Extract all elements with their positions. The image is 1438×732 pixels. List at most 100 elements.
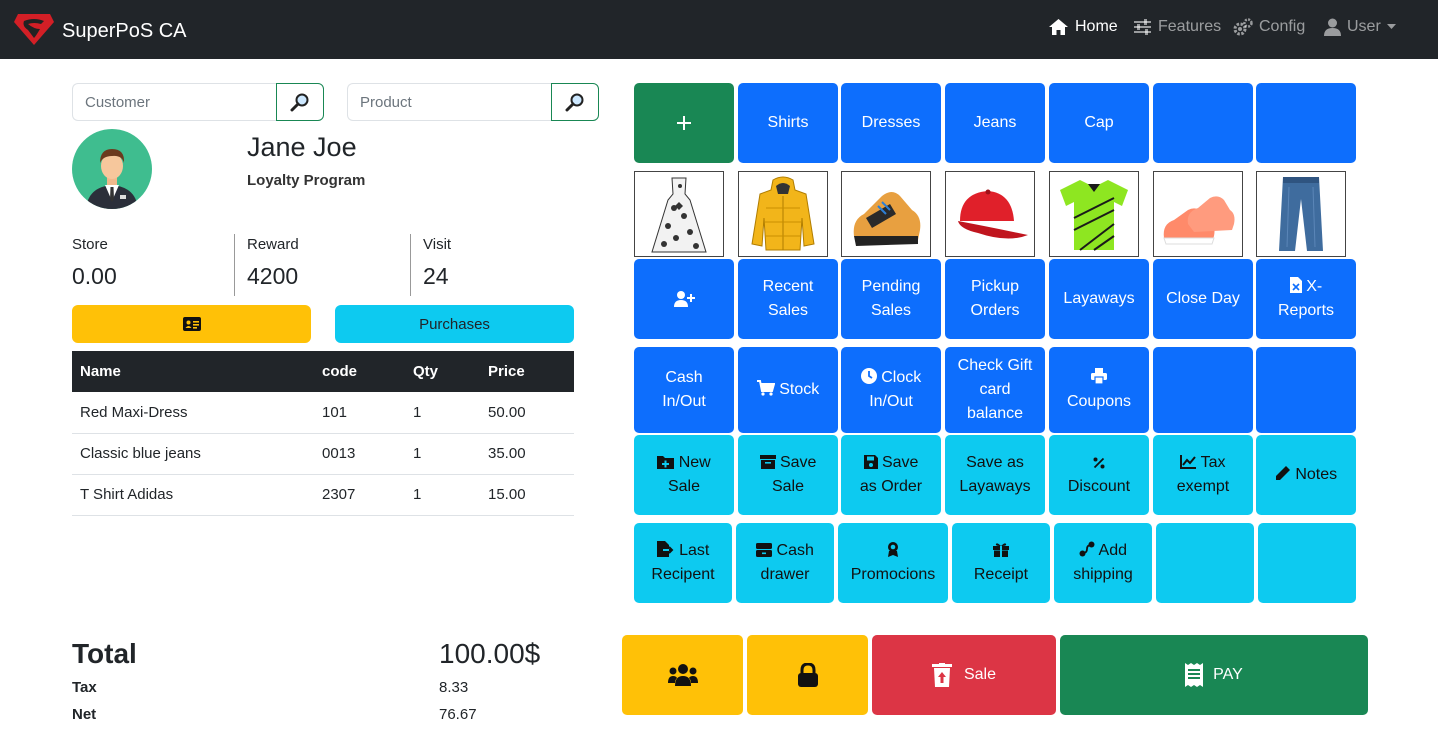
check-gift-card-button[interactable]: Check Gift card balance: [945, 347, 1045, 433]
layaways-button[interactable]: Layaways: [1049, 259, 1149, 339]
action-empty-4[interactable]: [1258, 523, 1356, 603]
nav-config-label: Config: [1259, 18, 1306, 35]
action-empty-2[interactable]: [1256, 347, 1356, 433]
category-shirts[interactable]: Shirts: [738, 83, 838, 163]
customer-search-button[interactable]: [276, 83, 324, 121]
stat-visit-label: Visit: [423, 236, 452, 253]
x-reports-label-2: Reports: [1277, 302, 1335, 319]
discount-button[interactable]: Discount: [1049, 435, 1149, 515]
pending-sales-button[interactable]: Pending Sales: [841, 259, 941, 339]
stat-visit: Visit 24: [410, 234, 574, 296]
action-empty-1[interactable]: [1153, 347, 1253, 433]
pending-sales-label-2: Sales: [870, 302, 912, 319]
product-shirt[interactable]: [1049, 171, 1139, 257]
close-day-button[interactable]: Close Day: [1153, 259, 1253, 339]
pay-button[interactable]: PAY: [1060, 635, 1368, 715]
cart-icon: [756, 380, 775, 396]
user-plus-icon: [673, 291, 695, 307]
cell-qty: 1: [405, 392, 480, 434]
clock-in-out-button[interactable]: Clock In/Out: [841, 347, 941, 433]
coupons-button[interactable]: Coupons: [1049, 347, 1149, 433]
save-as-order-button[interactable]: Save as Order: [841, 435, 941, 515]
product-search-group: [347, 83, 599, 121]
stat-reward-label: Reward: [247, 236, 299, 253]
cash-drawer-label-1: Cash: [776, 542, 814, 559]
product-search-input[interactable]: [347, 83, 551, 121]
save-sale-button[interactable]: Save Sale: [738, 435, 838, 515]
save-as-layaways-button[interactable]: Save as Layaways: [945, 435, 1045, 515]
col-header-code: code: [314, 351, 405, 392]
table-row[interactable]: Red Maxi-Dress 101 1 50.00: [72, 392, 574, 434]
id-card-icon: [182, 317, 201, 331]
category-empty-2[interactable]: [1256, 83, 1356, 163]
user-icon: [1324, 18, 1341, 36]
category-empty-1[interactable]: [1153, 83, 1253, 163]
nav-config[interactable]: Config: [1233, 18, 1305, 36]
stock-button[interactable]: Stock: [738, 347, 838, 433]
net-value: 76.67: [439, 706, 477, 723]
nav-user-dropdown[interactable]: User: [1324, 18, 1396, 36]
clock-in-out-label-2: In/Out: [869, 393, 913, 410]
cash-in-out-button[interactable]: Cash In/Out: [634, 347, 734, 433]
category-jeans[interactable]: Jeans: [945, 83, 1045, 163]
lock-button[interactable]: [747, 635, 868, 715]
add-customer-button[interactable]: [634, 259, 734, 339]
new-sale-label-2: Sale: [667, 478, 701, 495]
last-recipient-button[interactable]: Last Recipent: [634, 523, 732, 603]
brand[interactable]: SuperPoS CA: [14, 12, 187, 51]
pay-label: PAY: [1213, 666, 1243, 683]
gift-card-label-3: balance: [966, 405, 1024, 422]
product-cap[interactable]: [945, 171, 1035, 257]
category-cap[interactable]: Cap: [1049, 83, 1149, 163]
col-header-name: Name: [72, 351, 314, 392]
x-reports-button[interactable]: X- Reports: [1256, 259, 1356, 339]
purchases-button[interactable]: Purchases: [335, 305, 574, 343]
tax-exempt-button[interactable]: Tax exempt: [1153, 435, 1253, 515]
add-shipping-button[interactable]: Add shipping: [1054, 523, 1152, 603]
recent-sales-label-2: Sales: [767, 302, 808, 319]
product-dress[interactable]: [634, 171, 724, 257]
new-sale-button[interactable]: New Sale: [634, 435, 734, 515]
action-empty-3[interactable]: [1156, 523, 1254, 603]
customer-name: Jane Joe: [247, 132, 357, 162]
add-category-button[interactable]: [634, 83, 734, 163]
receipt-icon: [1185, 663, 1204, 687]
product-jacket[interactable]: [738, 171, 828, 257]
save-order-label-1: Save: [881, 454, 919, 471]
stat-store-value: 0.00: [72, 263, 117, 289]
file-excel-icon: [1289, 277, 1302, 293]
net-label: Net: [72, 706, 97, 723]
receipt-label: Receipt: [973, 566, 1029, 583]
table-row[interactable]: Classic blue jeans 0013 1 35.00: [72, 433, 574, 475]
customer-search-input[interactable]: [72, 83, 276, 121]
product-sneaker[interactable]: [841, 171, 931, 257]
total-value: 100.00$: [439, 638, 541, 669]
sale-button[interactable]: Sale: [872, 635, 1056, 715]
nav-home[interactable]: Home: [1048, 18, 1118, 36]
table-row[interactable]: T Shirt Adidas 2307 1 15.00: [72, 474, 574, 516]
product-search-button[interactable]: [551, 83, 599, 121]
pickup-orders-button[interactable]: Pickup Orders: [945, 259, 1045, 339]
x-reports-label-1: X-: [1306, 278, 1323, 295]
product-kids-shoes[interactable]: [1153, 171, 1243, 257]
customers-group-button[interactable]: [622, 635, 743, 715]
product-jeans[interactable]: [1256, 171, 1346, 257]
recent-sales-button[interactable]: Recent Sales: [738, 259, 838, 339]
cart-header-row: Name code Qty Price: [72, 351, 574, 392]
promotions-button[interactable]: Promocions: [838, 523, 948, 603]
category-dresses[interactable]: Dresses: [841, 83, 941, 163]
customer-search-group: [72, 83, 324, 121]
stat-store: Store 0.00: [72, 234, 234, 296]
cash-drawer-button[interactable]: Cash drawer: [736, 523, 834, 603]
customer-card-button[interactable]: [72, 305, 311, 343]
save-sale-label-1: Save: [779, 454, 817, 471]
receipt-button[interactable]: Receipt: [952, 523, 1050, 603]
save-order-label-2: as Order: [859, 478, 923, 495]
cell-price: 50.00: [480, 392, 574, 434]
tax-value: 8.33: [439, 679, 469, 696]
app-title: SuperPoS CA: [62, 20, 187, 42]
nav-features[interactable]: Features: [1133, 18, 1221, 36]
cell-code: 0013: [314, 433, 405, 475]
notes-button[interactable]: Notes: [1256, 435, 1356, 515]
cart-table: Name code Qty Price Red Maxi-Dress 101 1…: [72, 351, 574, 516]
